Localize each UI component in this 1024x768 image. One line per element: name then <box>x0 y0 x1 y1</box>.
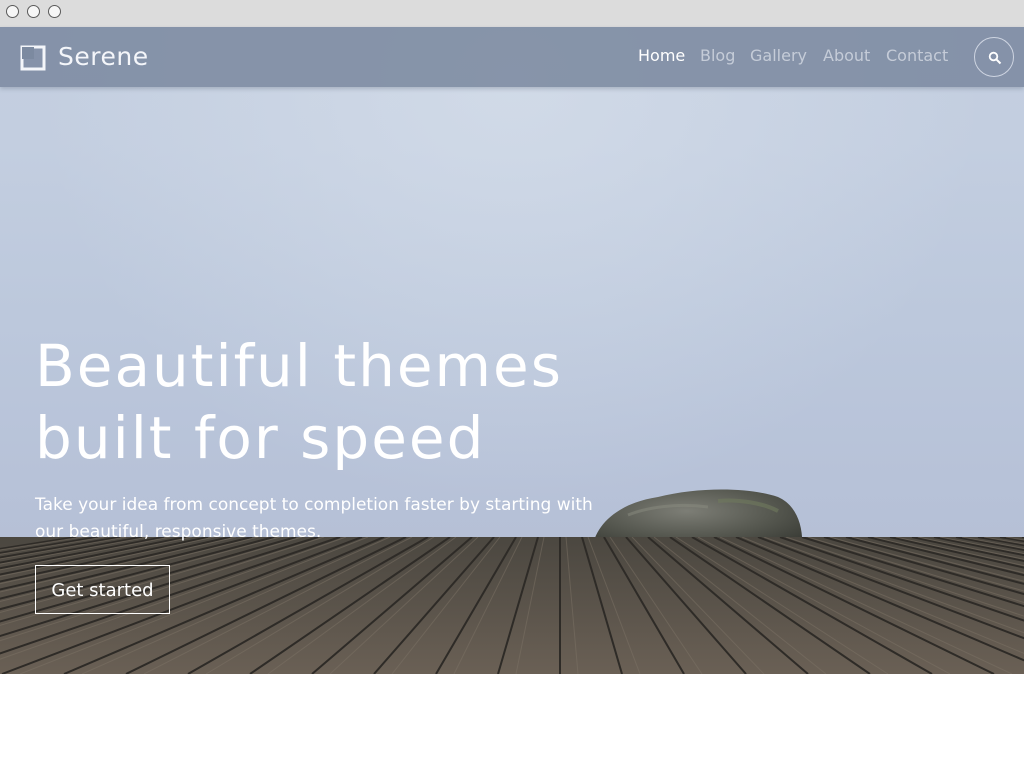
nav-contact[interactable]: Contact <box>886 46 948 66</box>
top-navbar <box>0 27 1024 87</box>
window-minimize-button[interactable] <box>27 5 40 18</box>
nav-gallery[interactable]: Gallery <box>750 46 807 66</box>
hero-headline: Beautiful themes built for speed <box>35 330 675 474</box>
hero-headline-line1: Beautiful themes <box>35 332 563 400</box>
window-titlebar <box>0 0 1024 27</box>
brand-name[interactable]: Serene <box>58 42 149 72</box>
hero-headline-line2: built for speed <box>35 404 486 472</box>
hero-subtext-line1: Take your idea from concept to completio… <box>35 495 593 515</box>
nav-about[interactable]: About <box>823 46 870 66</box>
search-button[interactable] <box>974 37 1014 77</box>
window-maximize-button[interactable] <box>48 5 61 18</box>
logo-icon[interactable] <box>20 45 46 71</box>
window-close-button[interactable] <box>6 5 19 18</box>
search-icon <box>988 51 1002 65</box>
hero-subtext: Take your idea from concept to completio… <box>35 492 645 546</box>
hero-subtext-line2: our beautiful, responsive themes. <box>35 522 322 542</box>
nav-home[interactable]: Home <box>638 46 685 66</box>
nav-blog[interactable]: Blog <box>700 46 735 66</box>
content-area <box>0 674 1024 768</box>
get-started-button[interactable]: Get started <box>35 565 170 614</box>
